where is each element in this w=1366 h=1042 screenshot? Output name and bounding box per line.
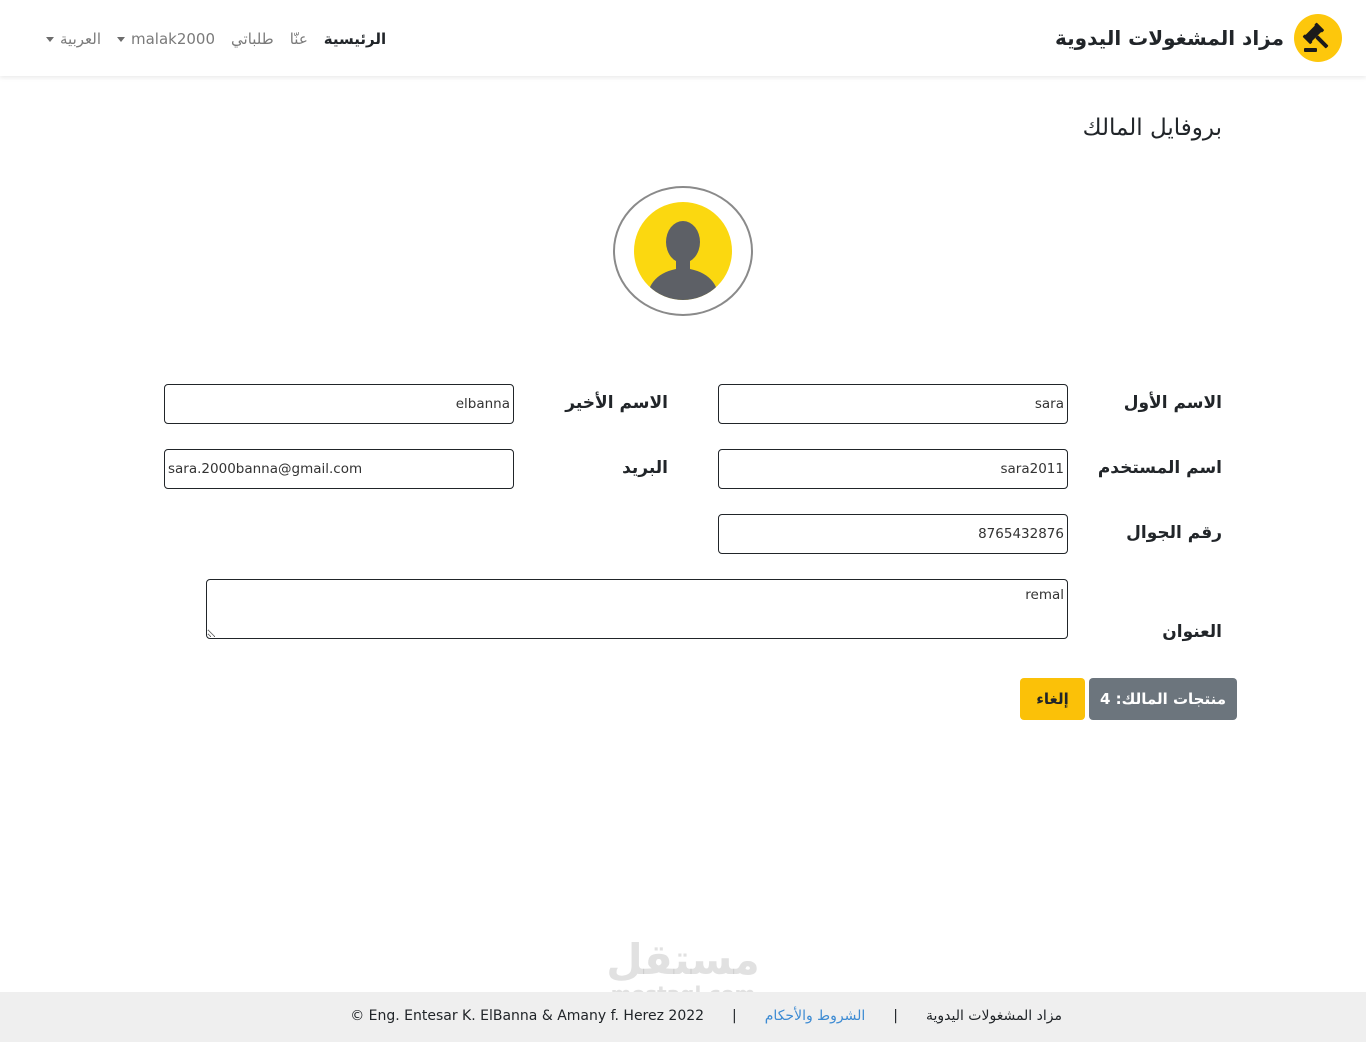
nav-item-user-label: malak2000 (131, 30, 216, 48)
nav-item-language-label: العربية (60, 30, 101, 48)
avatar (613, 186, 753, 316)
watermark-arabic: مستقل (606, 935, 760, 984)
page-title: بروفايل المالك (1082, 115, 1222, 141)
nav-item-home[interactable]: الرئيسية (324, 30, 386, 48)
chevron-down-icon (117, 36, 125, 42)
footer-separator: | (732, 1008, 737, 1024)
nav-item-user-dropdown[interactable]: malak2000 (117, 30, 215, 48)
nav-item-about[interactable]: عنّا (290, 30, 308, 48)
last-name-label: الاسم الأخير (565, 393, 668, 413)
top-navbar: مزاد المشغولات اليدوية الرئيسية عنّا طلب… (0, 0, 1366, 76)
email-label: البريد (622, 458, 668, 478)
footer-copyright: © Eng. Entesar K. ElBanna & Amany f. Her… (350, 1008, 705, 1024)
phone-field[interactable] (718, 514, 1068, 554)
brand[interactable]: مزاد المشغولات اليدوية (1055, 14, 1342, 62)
footer-site-name: مزاد المشغولات اليدوية (925, 1008, 1062, 1024)
nav-menu: الرئيسية عنّا طلباتي malak2000 العربية (30, 26, 386, 52)
gavel-icon (1294, 14, 1342, 62)
email-field[interactable] (164, 449, 514, 489)
nav-item-my-orders[interactable]: طلباتي (231, 30, 274, 48)
address-textarea[interactable]: remal (206, 579, 1068, 639)
chevron-down-icon (46, 36, 54, 42)
footer-row: مزاد المشغولات اليدوية | الشروط والأحكام… (350, 1008, 1062, 1024)
username-label: اسم المستخدم (1097, 458, 1222, 478)
cancel-button[interactable]: إلغاء (1020, 678, 1085, 720)
owner-products-button[interactable]: منتجات المالك: 4 (1089, 678, 1237, 720)
first-name-field[interactable] (718, 384, 1068, 424)
nav-item-my-orders-label: طلباتي (231, 30, 274, 48)
nav-item-home-label: الرئيسية (323, 30, 387, 48)
terms-link[interactable]: الشروط والأحكام (765, 1008, 865, 1024)
brand-title: مزاد المشغولات اليدوية (1055, 26, 1284, 50)
last-name-field[interactable] (164, 384, 514, 424)
nav-item-language-dropdown[interactable]: العربية (46, 30, 101, 48)
first-name-label: الاسم الأول (1123, 393, 1222, 413)
username-field[interactable] (718, 449, 1068, 489)
address-label: العنوان (1162, 622, 1222, 642)
user-avatar-icon (634, 202, 732, 300)
footer: مزاد المشغولات اليدوية | الشروط والأحكام… (0, 992, 1366, 1042)
phone-label: رقم الجوال (1126, 523, 1222, 543)
footer-separator: | (893, 1008, 898, 1024)
nav-item-about-label: عنّا (289, 30, 308, 48)
